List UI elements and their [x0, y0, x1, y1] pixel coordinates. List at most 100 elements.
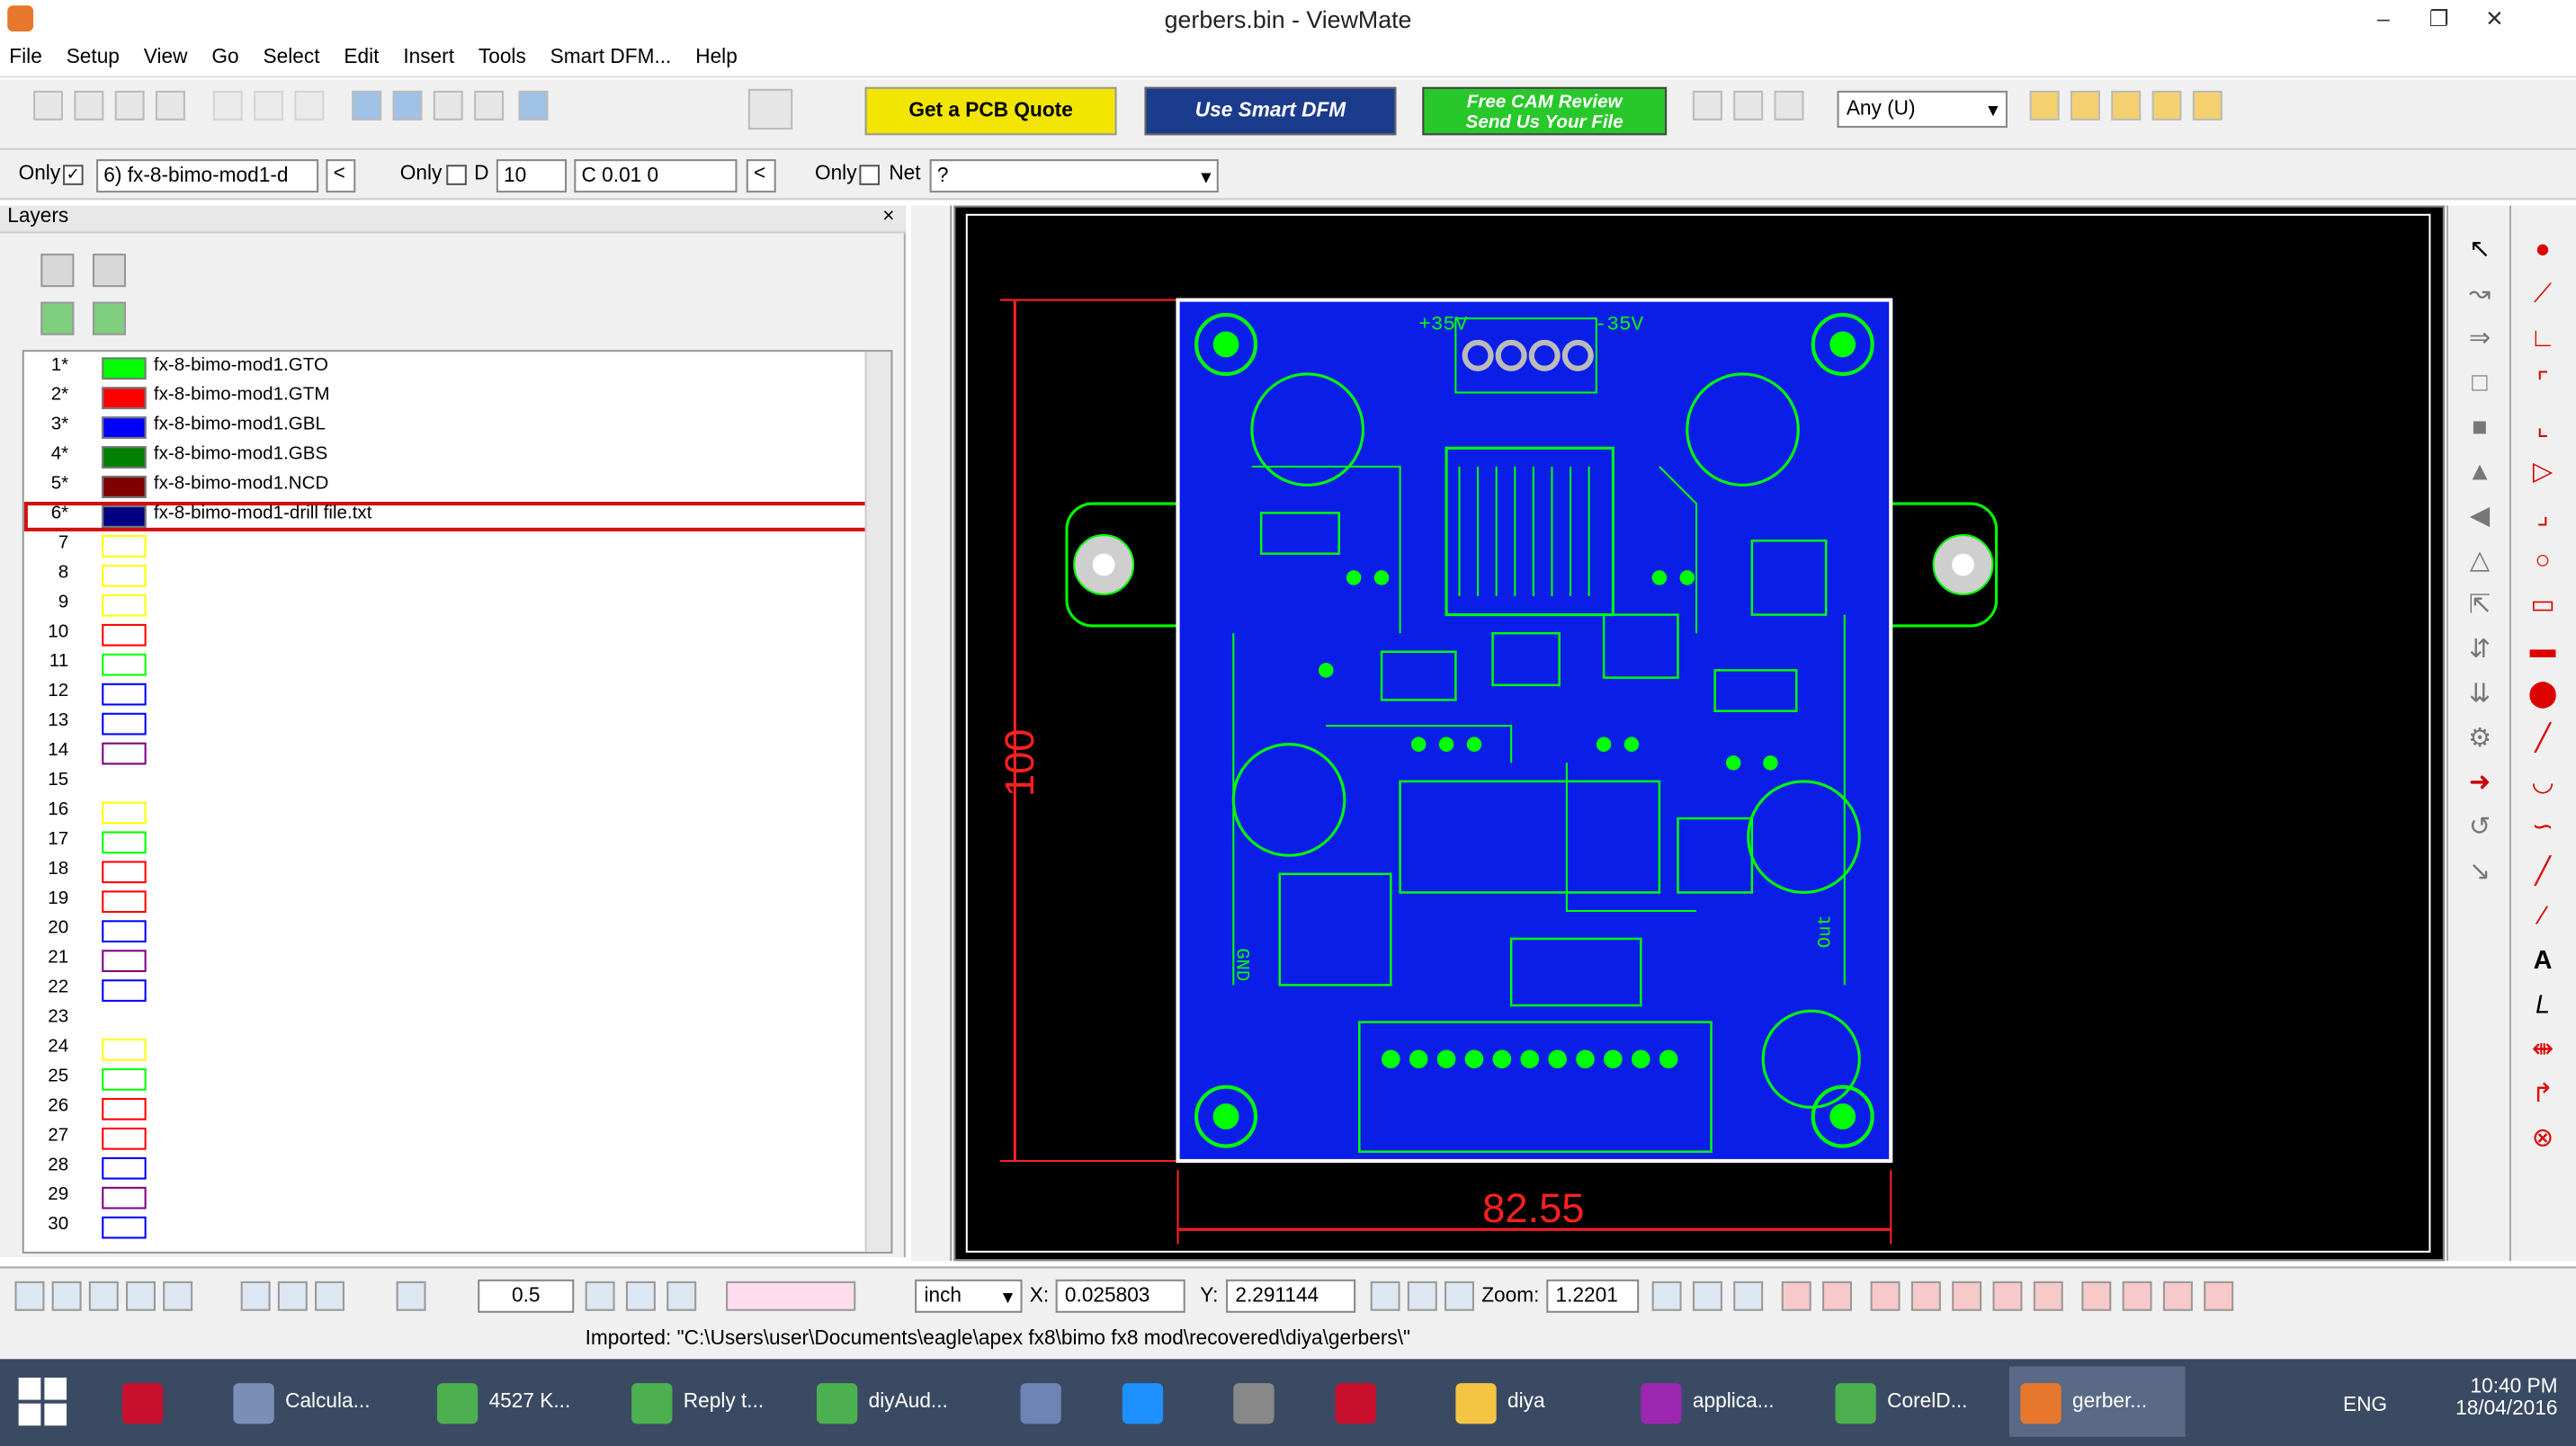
text-a-icon[interactable]: A	[2526, 942, 2559, 976]
rotate-icon[interactable]: ◀	[2463, 498, 2496, 531]
layer-color-swatch[interactable]	[102, 861, 147, 884]
layer-color-swatch[interactable]	[102, 653, 147, 676]
layer-color-swatch[interactable]	[102, 1097, 147, 1120]
layer-color-swatch[interactable]	[102, 742, 147, 765]
eye-icon[interactable]	[747, 88, 793, 130]
clock-time[interactable]: 10:40 PM	[2455, 1376, 2558, 1398]
nav-up-icon[interactable]	[2033, 1281, 2063, 1311]
taskbar-item[interactable]	[112, 1367, 204, 1437]
layer-color-swatch[interactable]	[102, 1068, 147, 1091]
layer-grid-icon[interactable]	[92, 254, 127, 288]
layer-row[interactable]: 9	[24, 591, 869, 620]
layer-color-swatch[interactable]	[102, 979, 147, 1002]
layer-color-swatch[interactable]	[102, 623, 147, 647]
menu-help[interactable]: Help	[686, 40, 747, 74]
menu-tools[interactable]: Tools	[470, 40, 535, 74]
cross-tool-icon[interactable]	[2111, 90, 2142, 120]
layer-color-swatch[interactable]	[102, 1039, 147, 1061]
menu-smart-dfm[interactable]: Smart DFM...	[541, 40, 680, 74]
layer-list[interactable]: 1* fx-8-bimo-mod1.GTO 2* fx-8-bimo-mod1.GTM…	[22, 350, 893, 1254]
layer-row[interactable]: 12	[24, 680, 869, 710]
flash-mode-icon[interactable]	[518, 90, 549, 120]
units-select[interactable]: inch ▾	[915, 1279, 1023, 1313]
layer-row[interactable]: 21	[24, 946, 869, 976]
cut-icon[interactable]	[212, 90, 243, 120]
nav-first-icon[interactable]	[1870, 1281, 1901, 1311]
select-filter-dropdown[interactable]: Any (U) ▾	[1837, 90, 2008, 129]
draw-arc-icon[interactable]: ◡	[2526, 764, 2559, 798]
layer-toggle-icon[interactable]	[240, 1281, 271, 1311]
layer-row[interactable]: 1* fx-8-bimo-mod1.GTO	[24, 353, 869, 383]
draw-slash-icon[interactable]: ∕	[2526, 898, 2559, 932]
layer-list-scrollbar[interactable]	[864, 352, 891, 1252]
view-icon-5[interactable]	[163, 1281, 193, 1311]
measure-tool-icon[interactable]: ↘	[2463, 853, 2496, 887]
dimension-icon[interactable]: ⇼	[2526, 1031, 2559, 1065]
d-code-input[interactable]: 10	[496, 159, 568, 193]
layer-row[interactable]: 17	[24, 827, 869, 857]
flash-pad-icon[interactable]: ●	[2526, 231, 2559, 264]
layer-color-swatch[interactable]	[102, 594, 147, 617]
layer-row[interactable]: 6* fx-8-bimo-mod1-drill file.txt	[23, 501, 869, 531]
layer-row[interactable]: 10	[24, 620, 869, 650]
layer-color-swatch[interactable]	[102, 831, 147, 854]
scale-icon[interactable]: ⇱	[2463, 587, 2496, 620]
taskbar-item[interactable]: Calcula...	[222, 1367, 416, 1437]
menu-setup[interactable]: Setup	[57, 40, 129, 74]
text-mode-icon[interactable]	[392, 90, 423, 120]
align-icon[interactable]: ⇵	[2463, 631, 2496, 665]
snap-angle-icon[interactable]	[666, 1281, 697, 1311]
menu-select[interactable]: Select	[254, 40, 329, 74]
language-indicator[interactable]: ENG	[2343, 1394, 2387, 1416]
layer-filter-select[interactable]: 6) fx-8-bimo-mod1-d	[96, 159, 319, 193]
snap-grid-icon[interactable]	[585, 1281, 615, 1311]
only-checkbox-1[interactable]: ✓	[63, 165, 84, 185]
layer-color-swatch[interactable]	[102, 505, 147, 528]
layer-up-icon[interactable]	[92, 301, 127, 335]
draw-step-icon[interactable]: ⌞	[2526, 409, 2559, 442]
menu-view[interactable]: View	[135, 40, 197, 74]
view-mirror-icon[interactable]	[2122, 1281, 2152, 1311]
pcb-canvas[interactable]: 100 82.55 +35V -35V GND Out	[953, 205, 2445, 1262]
layer-color-swatch[interactable]	[102, 801, 147, 825]
print-icon[interactable]	[155, 90, 185, 120]
layer-color-swatch[interactable]	[102, 1009, 147, 1031]
layer-color-swatch[interactable]	[102, 535, 147, 558]
menu-insert[interactable]: Insert	[394, 40, 463, 74]
layer-row[interactable]: 2* fx-8-bimo-mod1.GTM	[24, 383, 869, 413]
layer-color-swatch[interactable]	[102, 1127, 147, 1150]
taskbar-item[interactable]: diyAud...	[806, 1367, 1000, 1437]
draw-angle-icon[interactable]: ∟	[2526, 320, 2559, 353]
ruler-icon[interactable]	[1370, 1281, 1400, 1311]
restore-button[interactable]: ❐	[2411, 0, 2467, 37]
draw-polyline-icon[interactable]: ╱	[2526, 853, 2559, 887]
layer-row[interactable]: 22	[24, 976, 869, 1005]
view-icon-2[interactable]	[51, 1281, 82, 1311]
markers-icon[interactable]	[726, 1281, 856, 1311]
layer-row[interactable]: 14	[24, 739, 869, 769]
layer-row[interactable]: 7	[24, 531, 869, 561]
pad-mode-icon[interactable]	[474, 90, 505, 120]
layers-close-button[interactable]: ×	[882, 206, 894, 228]
hook-icon[interactable]: ↱	[2526, 1076, 2559, 1109]
c-value-input[interactable]: C 0.01 0	[574, 159, 738, 193]
layer-row[interactable]: 13	[24, 710, 869, 739]
layer-color-swatch[interactable]	[102, 712, 147, 736]
draw-triangle-icon[interactable]: ▷	[2526, 453, 2559, 486]
stretch-icon[interactable]: ■	[2463, 409, 2496, 442]
layer-color-swatch[interactable]	[102, 387, 147, 410]
copy-icon[interactable]	[254, 90, 284, 120]
text-tool-icon[interactable]	[2192, 90, 2223, 120]
layer-down-icon[interactable]	[40, 301, 75, 335]
layer-color-swatch[interactable]	[102, 564, 147, 587]
taskbar-item[interactable]: gerber...	[2009, 1366, 2186, 1437]
taskbar-item[interactable]: 4527 K...	[426, 1367, 612, 1437]
gear-icon[interactable]: ⚙	[2463, 720, 2496, 754]
draw-corner-icon[interactable]: ⌟	[2526, 498, 2559, 531]
new-file-icon[interactable]	[33, 90, 64, 120]
line-tool-icon[interactable]: ➜	[2463, 764, 2496, 798]
route-icon[interactable]: ↝	[2463, 276, 2496, 309]
layer-row[interactable]: 3* fx-8-bimo-mod1.GBL	[24, 413, 869, 442]
draw-circle-icon[interactable]: ○	[2526, 542, 2559, 576]
nav-icon-2[interactable]	[1822, 1281, 1852, 1311]
